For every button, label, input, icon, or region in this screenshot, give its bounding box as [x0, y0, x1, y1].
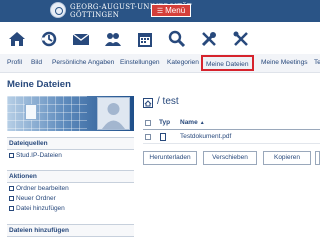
file-add-icon: [9, 206, 14, 211]
community-icon[interactable]: [104, 30, 124, 48]
university-name-line1: GEORG-AUGUST-UNIVERSITÄT: [70, 3, 192, 11]
folder-home-icon[interactable]: [143, 98, 153, 108]
column-typ[interactable]: Typ: [159, 117, 170, 129]
menu-label: Menü: [165, 6, 186, 15]
university-name-line2: GÖTTINGEN: [70, 11, 120, 19]
breadcrumb-path[interactable]: / test: [157, 96, 179, 107]
tab-truncated[interactable]: Te: [314, 58, 320, 68]
university-header: GEORG-AUGUST-UNIVERSITÄT GÖTTINGEN ☰ Menü: [0, 0, 320, 22]
file-source-icon: [9, 153, 14, 158]
move-button[interactable]: Verschieben: [203, 151, 257, 165]
folder-add-icon: [9, 196, 14, 201]
tab-bild[interactable]: Bild: [31, 58, 42, 68]
tab-meine-dateien[interactable]: Meine Dateien: [201, 55, 254, 71]
icon-navigation: [0, 22, 320, 54]
tab-kategorien[interactable]: Kategorien: [167, 58, 199, 68]
table-header: Typ Name ▲: [143, 117, 320, 130]
search-icon[interactable]: [168, 30, 188, 48]
sidebar-section-aktionen: Aktionen Ordner bearbeiten Neuer Ordner …: [7, 170, 134, 213]
menu-button[interactable]: ☰ Menü: [151, 4, 191, 17]
sidebar-banner-image: [7, 96, 134, 131]
edit-icon: [9, 186, 14, 191]
row-checkbox[interactable]: [145, 134, 151, 140]
sidebar-item-label: Stud.IP-Dateien: [16, 152, 62, 159]
sidebar-item-datei-hinzufuegen[interactable]: Datei hinzufügen: [7, 205, 134, 213]
decorative-grid: [7, 96, 87, 131]
sidebar-section-title: Dateien hinzufügen: [7, 224, 134, 237]
file-table: Typ Name ▲ Testdokument.pdf: [143, 117, 320, 144]
avatar: [97, 97, 130, 130]
more-action-button[interactable]: [315, 151, 320, 165]
tab-einstellungen[interactable]: Einstellungen: [120, 58, 160, 68]
messages-icon[interactable]: [72, 30, 92, 48]
sidebar-section-dateiquellen: Dateiquellen Stud.IP-Dateien: [7, 137, 134, 160]
sidebar-item-ordner-bearbeiten[interactable]: Ordner bearbeiten: [7, 185, 134, 193]
file-icon: [160, 133, 166, 141]
select-all-checkbox[interactable]: [145, 120, 151, 126]
admin-icon[interactable]: [232, 30, 252, 48]
sort-asc-icon: ▲: [199, 120, 205, 126]
sidebar-item-neuer-ordner[interactable]: Neuer Ordner: [7, 195, 134, 203]
sidebar-section-dateien-hinzufuegen: Dateien hinzufügen: [7, 224, 134, 237]
page-title: Meine Dateien: [7, 79, 71, 90]
sidebar-item-label: Ordner bearbeiten: [16, 185, 69, 192]
column-name[interactable]: Name ▲: [180, 117, 205, 129]
tab-meine-meetings[interactable]: Meine Meetings: [261, 58, 308, 68]
download-button[interactable]: Herunterladen: [143, 151, 197, 165]
sidebar-item-label: Datei hinzufügen: [16, 205, 65, 212]
table-row: Testdokument.pdf: [143, 130, 320, 144]
column-name-label: Name: [180, 119, 198, 126]
home-icon[interactable]: [8, 30, 28, 48]
sidebar-item-label: Neuer Ordner: [16, 195, 56, 202]
file-name-link[interactable]: Testdokument.pdf: [180, 130, 231, 143]
university-seal-logo[interactable]: [50, 2, 66, 18]
tab-profil[interactable]: Profil: [7, 58, 22, 68]
profile-tabs: Profil Bild Persönliche Angaben Einstell…: [0, 54, 320, 73]
sidebar-item-studip-dateien[interactable]: Stud.IP-Dateien: [7, 152, 134, 160]
calendar-icon[interactable]: [136, 30, 156, 48]
activity-icon[interactable]: [40, 30, 60, 48]
file-actions: Herunterladen Verschieben Kopieren: [143, 151, 320, 165]
copy-button[interactable]: Kopieren: [263, 151, 311, 165]
tools-icon[interactable]: [200, 30, 220, 48]
university-name[interactable]: GEORG-AUGUST-UNIVERSITÄT GÖTTINGEN: [70, 3, 192, 19]
hamburger-icon: ☰: [156, 8, 164, 15]
document-graphic-icon: [25, 104, 37, 120]
sidebar-section-title: Dateiquellen: [7, 137, 134, 150]
sidebar-section-title: Aktionen: [7, 170, 134, 183]
tab-persoenliche-angaben[interactable]: Persönliche Angaben: [52, 58, 114, 68]
